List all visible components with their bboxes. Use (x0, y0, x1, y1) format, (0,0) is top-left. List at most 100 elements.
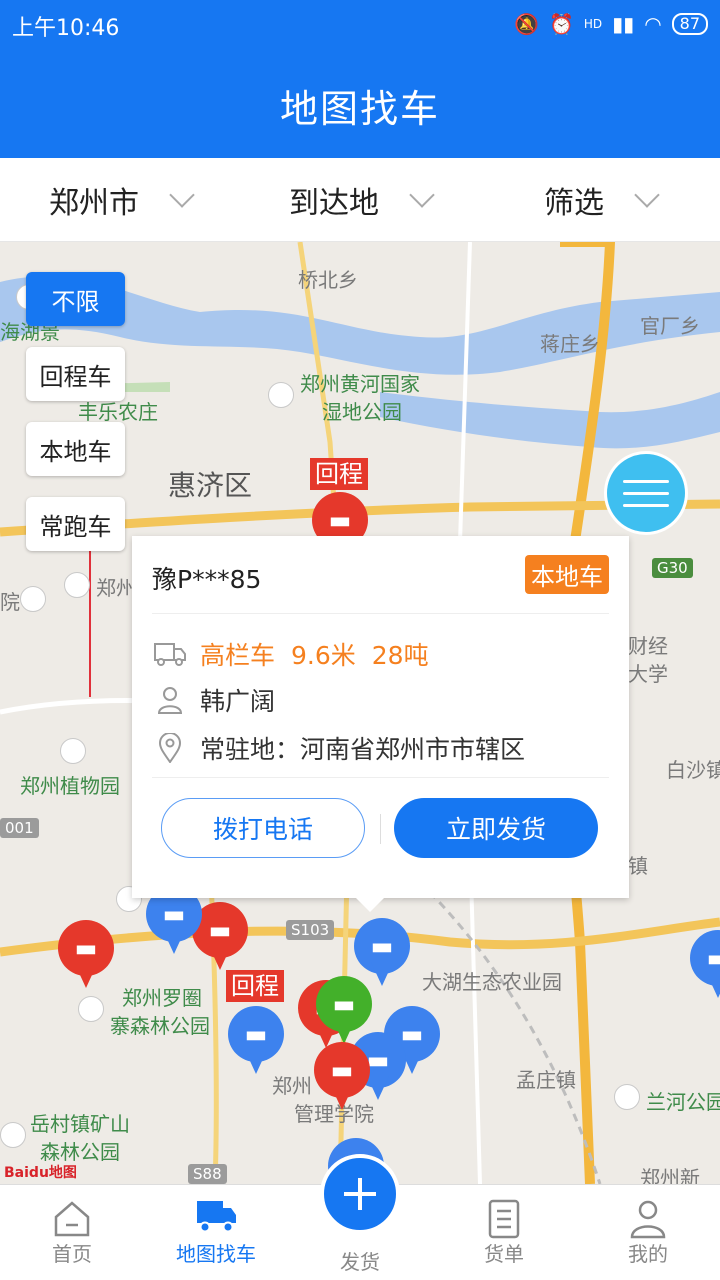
map-label-guanchang: 官厂乡 (640, 314, 700, 338)
divider (152, 777, 609, 778)
truck-length: 9.6米 (291, 641, 356, 670)
network-icon: HD (583, 17, 603, 31)
status-icons: 🔕 ⏰ HD ▮▮ ◠ 87 (514, 12, 708, 36)
nav-home[interactable]: 首页 (0, 1185, 144, 1280)
home-icon (52, 1199, 92, 1242)
park-icon (0, 1122, 26, 1148)
chevron-down-icon (169, 181, 195, 208)
alarm-icon: ⏰ (549, 12, 574, 36)
page-title: 地图找车 (279, 87, 440, 131)
road-tag-s88: S88 (188, 1164, 227, 1184)
chip-return[interactable]: 回程车 (26, 347, 125, 401)
nav-map-find-label: 地图找车 (176, 1242, 256, 1266)
map-label-newdist: 郑州新 (640, 1166, 700, 1184)
vehicle-pin[interactable]: ▬ (58, 920, 114, 990)
nav-home-label: 首页 (52, 1242, 92, 1266)
map-label-botanical: 郑州植物园 (20, 774, 120, 798)
location-pin-icon (154, 732, 186, 764)
divider (380, 814, 381, 844)
ship-now-button[interactable]: 立即发货 (394, 798, 598, 858)
road-tag-s103: S103 (286, 920, 335, 940)
driver-name: 韩广阔 (200, 687, 276, 716)
map-label-yuecun-2: 森林公园 (40, 1140, 120, 1164)
nav-mine[interactable]: 我的 (576, 1185, 720, 1280)
map-label-caijing-2: 大学 (628, 662, 668, 686)
truck-load: 28吨 (371, 641, 429, 670)
user-icon (629, 1199, 667, 1244)
chip-all[interactable]: 不限 (26, 272, 125, 326)
map-label-qiaobei: 桥北乡 (298, 268, 358, 292)
map-label-yuecun-1: 岳村镇矿山 (30, 1112, 130, 1136)
truck-icon (195, 1199, 237, 1238)
call-button[interactable]: 拨打电话 (161, 798, 365, 858)
map-label-zhengzhou-short: 郑州 (96, 576, 136, 600)
nav-orders[interactable]: 货单 (432, 1185, 576, 1280)
park-icon (60, 738, 86, 764)
driver-row: 韩广阔 (154, 682, 275, 718)
map-view[interactable]: 桥北乡 蒋庄乡 官厂乡 郑州黄河国家 湿地公园 丰乐农庄 海湖景 惠济区 郑州 … (0, 242, 720, 1184)
truck-info-row: 高栏车 9.6米 28吨 (154, 636, 429, 672)
map-label-mengzhuang: 孟庄镇 (516, 1068, 576, 1092)
road-tag-001: 001 (0, 818, 39, 838)
mute-icon: 🔕 (514, 12, 539, 36)
chip-local[interactable]: 本地车 (26, 422, 125, 476)
chip-frequent[interactable]: 常跑车 (26, 497, 125, 551)
map-label-luoquan-2: 寨森林公园 (110, 1014, 210, 1038)
chevron-down-icon (409, 181, 435, 208)
school-icon (64, 572, 90, 598)
filter-city[interactable]: 郑州市 (0, 158, 240, 241)
nav-ship-label: 发货 (340, 1250, 380, 1274)
vehicle-pin[interactable]: ▬ (690, 930, 720, 1000)
park-icon (614, 1084, 640, 1110)
person-icon (154, 684, 186, 716)
nav-map-find[interactable]: 地图找车 (144, 1185, 288, 1280)
vehicle-type-badge: 本地车 (525, 555, 609, 594)
plus-icon (344, 1178, 376, 1210)
truck-outline-icon (154, 638, 186, 670)
filter-destination-label: 到达地 (289, 185, 379, 221)
filter-destination[interactable]: 到达地 (240, 158, 480, 241)
map-label-college: 院 (0, 590, 20, 614)
signal-icon: ▮▮ (612, 12, 635, 36)
vehicle-pin[interactable]: ▬ (228, 1006, 284, 1076)
school-icon (20, 586, 46, 612)
return-tag: 回程 (310, 458, 368, 490)
document-icon (487, 1199, 521, 1244)
base-label: 常驻地： (200, 735, 301, 764)
vehicle-pin[interactable]: ▬ (314, 1042, 370, 1112)
status-bar: 上午10:46 🔕 ⏰ HD ▮▮ ◠ 87 (0, 0, 720, 50)
map-label-wetland-1: 郑州黄河国家 (300, 372, 420, 396)
menu-icon (623, 479, 669, 483)
divider (152, 613, 609, 614)
map-label-caijing-1: 财经 (628, 634, 668, 658)
filter-bar: 郑州市 到达地 筛选 (0, 158, 720, 242)
baidu-logo: Baidu地图 (4, 1165, 77, 1181)
map-label-luoquan-1: 郑州罗圈 (122, 986, 202, 1010)
map-label-zhen: 镇 (628, 854, 648, 878)
battery-icon: 87 (671, 13, 708, 35)
map-label-huiji: 惠济区 (168, 469, 253, 502)
header-bar: 上午10:46 🔕 ⏰ HD ▮▮ ◠ 87 地图找车 (0, 0, 720, 158)
road-tag-g30: G30 (652, 558, 693, 578)
map-label-jiangzhuang: 蒋庄乡 (540, 332, 600, 356)
park-icon (268, 382, 294, 408)
wifi-icon: ◠ (644, 12, 662, 36)
filter-more[interactable]: 筛选 (480, 158, 720, 241)
ship-fab-button[interactable] (320, 1154, 400, 1234)
chevron-down-icon (634, 181, 660, 208)
map-label-baisha: 白沙镇 (666, 758, 720, 782)
status-time: 上午10:46 (12, 16, 120, 41)
vehicle-info-popup: 豫P***85 本地车 高栏车 9.6米 28吨 韩广阔 常驻地：河南省郑州市市… (132, 536, 629, 912)
base-value: 河南省郑州市市辖区 (300, 735, 526, 764)
plate-number: 豫P***85 (152, 565, 262, 594)
return-tag: 回程 (226, 970, 284, 1002)
map-label-wetland-2: 湿地公园 (322, 400, 402, 424)
base-location-row: 常驻地：河南省郑州市市辖区 (154, 730, 525, 766)
map-label-dahu: 大湖生态农业园 (422, 970, 562, 994)
map-label-lanhe: 兰河公园 (646, 1090, 720, 1114)
filter-city-label: 郑州市 (49, 185, 139, 221)
filter-more-label: 筛选 (544, 185, 604, 221)
truck-type: 高栏车 (200, 641, 276, 670)
menu-button[interactable] (604, 451, 688, 535)
park-icon (78, 996, 104, 1022)
